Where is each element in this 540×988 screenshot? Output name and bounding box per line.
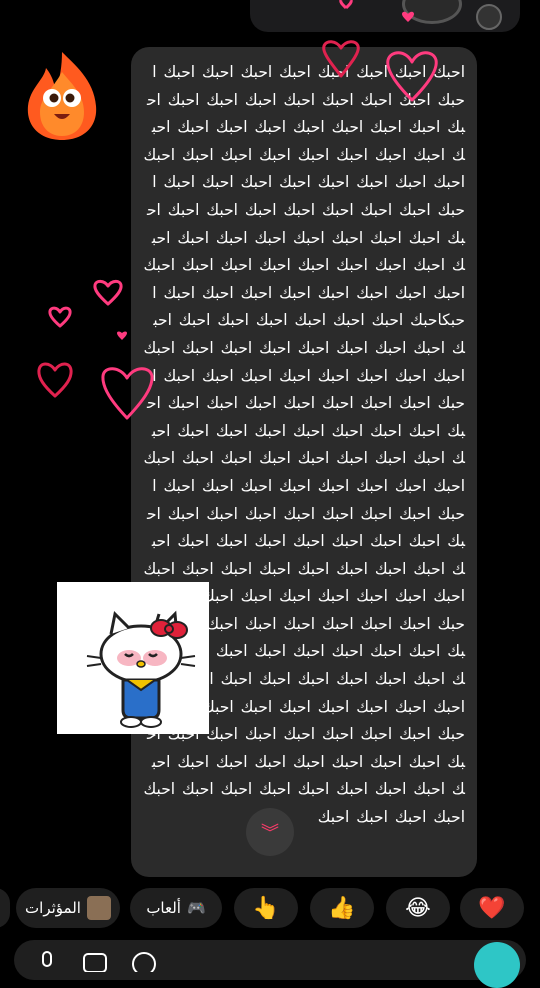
games-chip[interactable]: ألعاب 🎮 <box>130 888 222 928</box>
gamepad-icon: 🎮 <box>186 899 206 917</box>
effects-label: المؤثرات <box>25 899 81 917</box>
avatar[interactable] <box>476 4 502 30</box>
reaction-thumbs-up-button[interactable]: 👍 <box>310 888 374 928</box>
fire-face-icon <box>27 52 97 140</box>
heart-icon: ❤️ <box>478 895 506 921</box>
quick-actions-bar: المؤثرات ألعاب 🎮 👆 👍 😂 ❤️ <box>0 888 540 930</box>
reaction-point-button[interactable]: 👆 <box>234 888 298 928</box>
scroll-down-button[interactable]: ︾ <box>246 808 294 856</box>
reaction-heart-button[interactable]: ❤️ <box>460 888 524 928</box>
avatar[interactable] <box>402 0 462 24</box>
mic-icon[interactable] <box>36 950 58 972</box>
cat-sticker-icon <box>86 610 196 728</box>
message-bubble[interactable]: احبك احبك احبك احبك احبك احبك احبك احبك … <box>131 47 477 877</box>
gallery-icon[interactable] <box>82 950 108 972</box>
sticker-icon[interactable] <box>130 950 158 972</box>
heart-icon <box>117 331 127 340</box>
camera-button[interactable] <box>474 942 520 988</box>
message-composer[interactable] <box>14 940 526 980</box>
pointing-up-icon: 👆 <box>252 895 280 921</box>
cat-sticker[interactable] <box>57 582 209 734</box>
quick-action-chip[interactable] <box>0 888 10 928</box>
effects-thumbnail-icon <box>86 896 111 920</box>
heart-icon <box>48 306 72 328</box>
laughing-face-icon: 😂 <box>405 895 431 921</box>
double-chevron-down-icon: ︾ <box>261 823 279 844</box>
previous-message-bubble <box>250 0 520 32</box>
heart-icon <box>93 279 123 306</box>
effects-chip[interactable]: المؤثرات <box>16 888 120 928</box>
heart-icon <box>37 362 73 398</box>
thumbs-up-icon: 👍 <box>328 895 356 921</box>
reaction-laugh-button[interactable]: 😂 <box>386 888 450 928</box>
games-label: ألعاب <box>146 899 181 917</box>
